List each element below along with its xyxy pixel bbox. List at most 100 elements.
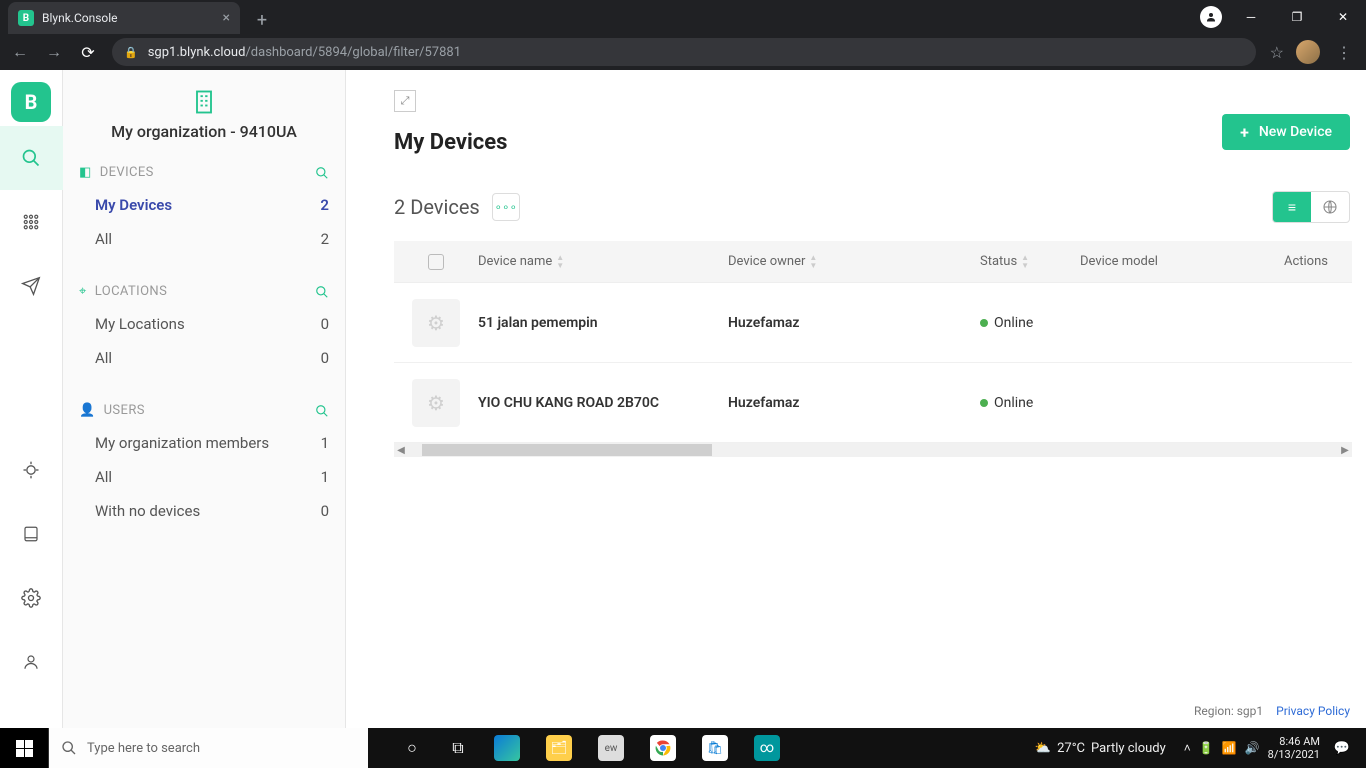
maximize-button[interactable]: ❐ — [1274, 2, 1320, 32]
sidebar-item-count: 0 — [321, 347, 329, 369]
profile-avatar[interactable] — [1296, 40, 1320, 64]
view-toggle: ≡ — [1272, 191, 1350, 223]
windows-taskbar: Type here to search ○ ⧉ 🗂 ew 🛍 ∞ ⛅ 27°C … — [0, 728, 1366, 768]
search-icon[interactable] — [315, 404, 329, 418]
privacy-link[interactable]: Privacy Policy — [1276, 704, 1350, 718]
volume-icon[interactable]: 🔊 — [1245, 741, 1260, 755]
close-window-button[interactable]: ✕ — [1320, 2, 1366, 32]
weather-widget[interactable]: ⛅ 27°C Partly cloudy — [1035, 741, 1176, 756]
sidebar-item-count: 1 — [321, 432, 329, 454]
clock[interactable]: 8:46 AM 8/13/2021 — [1268, 735, 1320, 761]
scroll-thumb[interactable] — [422, 444, 712, 456]
table-row[interactable]: ⚙ 51 jalan pemempin Huzefamaz Online — [394, 283, 1352, 363]
sidebar-item-no-devices[interactable]: With no devices 0 — [63, 494, 345, 528]
reload-button[interactable]: ⟳ — [78, 43, 98, 62]
browser-chrome: B Blynk.Console × + ─ ❐ ✕ ← → ⟳ 🔒 sgp1.b… — [0, 0, 1366, 70]
chevron-up-icon[interactable]: ˄ — [1184, 741, 1191, 755]
table-row[interactable]: ⚙ YIO CHU KANG ROAD 2B70C Huzefamaz Onli… — [394, 363, 1352, 443]
new-tab-button[interactable]: + — [248, 6, 276, 34]
search-icon[interactable] — [315, 285, 329, 299]
sidebar-item-all-devices[interactable]: All 2 — [63, 222, 345, 256]
weather-temp: 27°C — [1057, 741, 1085, 756]
col-device-owner[interactable]: Device owner ▲▼ — [728, 254, 980, 270]
edge-app[interactable] — [484, 728, 530, 768]
sidebar-item-label: All — [95, 466, 112, 488]
minimize-button[interactable]: ─ — [1228, 2, 1274, 32]
system-tray[interactable]: ˄ 🔋 📶 🔊 — [1184, 741, 1260, 755]
rail-settings-icon[interactable] — [0, 566, 63, 630]
url-field[interactable]: 🔒 sgp1.blynk.cloud/dashboard/5894/global… — [112, 38, 1256, 66]
scroll-right-icon[interactable]: ▶ — [1338, 445, 1352, 456]
list-view-button[interactable]: ≡ — [1273, 192, 1311, 222]
new-device-button[interactable]: + New Device — [1222, 114, 1350, 150]
rail-book-icon[interactable] — [0, 502, 63, 566]
org-header[interactable]: My organization - 9410UA — [63, 80, 345, 155]
sort-icon[interactable]: ▲▼ — [1021, 254, 1029, 270]
weather-icon: ⛅ — [1035, 741, 1051, 756]
cube-icon: ◧ — [79, 165, 92, 180]
taskbar-search[interactable]: Type here to search — [48, 728, 368, 768]
col-actions: Actions — [1240, 254, 1352, 269]
rail-user-icon[interactable] — [0, 630, 63, 694]
browser-menu-icon[interactable]: ⋮ — [1332, 43, 1356, 62]
close-tab-icon[interactable]: × — [223, 10, 230, 26]
blynk-logo[interactable]: B — [11, 82, 51, 122]
store-app[interactable]: 🛍 — [692, 728, 738, 768]
sort-icon[interactable]: ▲▼ — [556, 254, 564, 270]
battery-icon[interactable]: 🔋 — [1199, 741, 1214, 755]
section-label: LOCATIONS — [95, 284, 168, 299]
wifi-icon[interactable]: 📶 — [1222, 741, 1237, 755]
explorer-app[interactable]: 🗂 — [536, 728, 582, 768]
rail-apps-icon[interactable] — [0, 190, 63, 254]
taskbar-apps: ○ ⧉ 🗂 ew 🛍 ∞ — [368, 728, 1035, 768]
sidebar-item-count: 2 — [320, 194, 329, 216]
back-button[interactable]: ← — [10, 42, 30, 62]
bookmark-star-icon[interactable]: ☆ — [1270, 43, 1284, 62]
sidebar-item-count: 2 — [321, 228, 329, 250]
col-device-model[interactable]: Device model — [1080, 254, 1240, 269]
arduino-app[interactable]: ∞ — [744, 728, 790, 768]
col-device-name[interactable]: Device name ▲▼ — [478, 254, 728, 270]
device-thumb-icon: ⚙ — [412, 299, 460, 347]
sidebar-item-my-devices[interactable]: My Devices 2 — [63, 188, 345, 222]
tab-strip: B Blynk.Console × + ─ ❐ ✕ — [0, 0, 1366, 34]
select-all-checkbox[interactable] — [428, 254, 444, 270]
footer: Region: sgp1 Privacy Policy — [1194, 704, 1350, 718]
page-title: My Devices — [394, 130, 1352, 155]
expand-icon[interactable]: ⤢ — [394, 90, 416, 112]
search-icon[interactable] — [315, 166, 329, 180]
forward-button[interactable]: → — [44, 42, 64, 62]
map-view-button[interactable] — [1311, 192, 1349, 222]
sidebar-item-count: 0 — [321, 500, 329, 522]
sidebar-item-all-locations[interactable]: All 0 — [63, 341, 345, 375]
notifications-icon[interactable]: 💬 — [1328, 741, 1356, 756]
ew-app[interactable]: ew — [588, 728, 634, 768]
address-bar: ← → ⟳ 🔒 sgp1.blynk.cloud/dashboard/5894/… — [0, 34, 1366, 70]
sort-icon[interactable]: ▲▼ — [809, 254, 817, 270]
sidebar-item-label: My Locations — [95, 313, 185, 335]
rail-search[interactable] — [0, 126, 63, 190]
sidebar-item-my-locations[interactable]: My Locations 0 — [63, 307, 345, 341]
search-placeholder: Type here to search — [87, 741, 200, 756]
col-status[interactable]: Status ▲▼ — [980, 254, 1080, 270]
sidebar-item-label: All — [95, 347, 112, 369]
horizontal-scrollbar[interactable]: ◀ ▶ — [394, 443, 1352, 457]
plus-icon: + — [1240, 123, 1249, 142]
sidebar-item-all-users[interactable]: All 1 — [63, 460, 345, 494]
tab-title: Blynk.Console — [42, 11, 118, 25]
account-circle-icon[interactable] — [1200, 6, 1222, 28]
scroll-left-icon[interactable]: ◀ — [394, 445, 408, 456]
sidebar-item-org-members[interactable]: My organization members 1 — [63, 426, 345, 460]
task-view-icon[interactable]: ⧉ — [438, 728, 478, 768]
more-options-button[interactable]: ∘∘∘ — [492, 193, 520, 221]
taskbar-right: ⛅ 27°C Partly cloudy ˄ 🔋 📶 🔊 8:46 AM 8/1… — [1035, 735, 1366, 761]
time-label: 8:46 AM — [1279, 735, 1320, 748]
rail-send-icon[interactable] — [0, 254, 63, 318]
cortana-icon[interactable]: ○ — [392, 728, 432, 768]
chrome-app[interactable] — [640, 728, 686, 768]
device-status: Online — [980, 395, 1080, 411]
rail-bug-icon[interactable] — [0, 438, 63, 502]
weather-text: Partly cloudy — [1091, 741, 1166, 756]
browser-tab[interactable]: B Blynk.Console × — [8, 2, 240, 34]
start-button[interactable] — [0, 728, 48, 768]
